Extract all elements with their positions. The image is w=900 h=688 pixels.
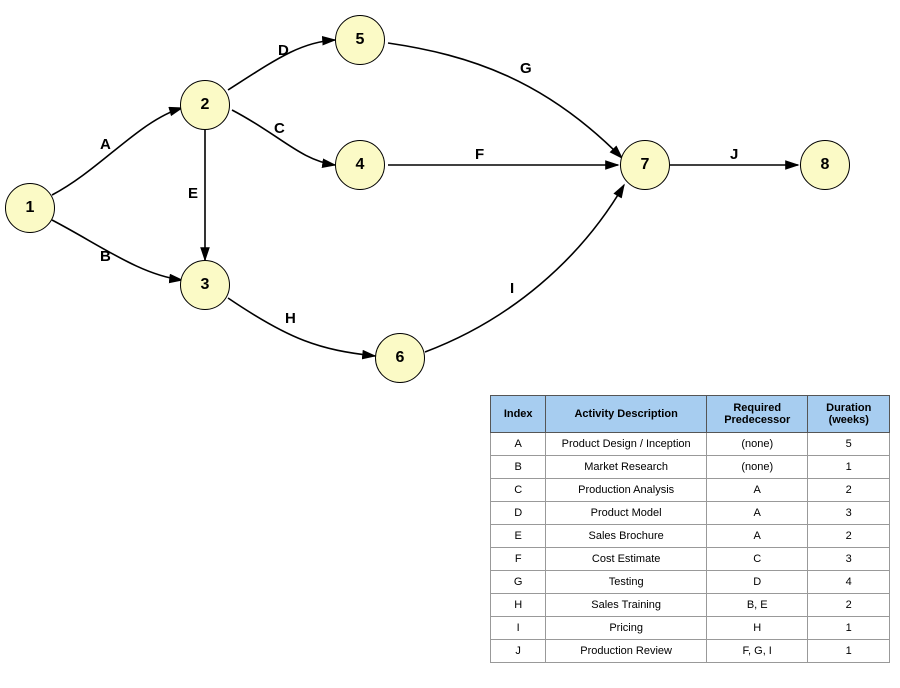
- node-label: 3: [201, 276, 210, 294]
- edge-B: [52, 220, 182, 280]
- cell-desc: Cost Estimate: [546, 548, 707, 571]
- node-label: 2: [201, 96, 210, 114]
- cell-desc: Production Analysis: [546, 479, 707, 502]
- cell-pred: (none): [706, 456, 808, 479]
- cell-dur: 1: [808, 640, 890, 663]
- node-3: 3: [180, 260, 230, 310]
- edge-G: [388, 43, 622, 158]
- cell-dur: 2: [808, 594, 890, 617]
- cell-pred: D: [706, 571, 808, 594]
- th-pred: Required Predecessor: [706, 396, 808, 433]
- cell-pred: F, G, I: [706, 640, 808, 663]
- cell-pred: C: [706, 548, 808, 571]
- cell-pred: A: [706, 525, 808, 548]
- table-body: A Product Design / Inception (none) 5 B …: [491, 433, 890, 663]
- cell-index: J: [491, 640, 546, 663]
- node-label: 5: [356, 31, 365, 49]
- table-header-row: Index Activity Description Required Pred…: [491, 396, 890, 433]
- node-6: 6: [375, 333, 425, 383]
- table-row: J Production Review F, G, I 1: [491, 640, 890, 663]
- cell-desc: Product Model: [546, 502, 707, 525]
- node-label: 8: [821, 156, 830, 174]
- table-row: E Sales Brochure A 2: [491, 525, 890, 548]
- cell-dur: 1: [808, 456, 890, 479]
- node-1: 1: [5, 183, 55, 233]
- edge-label-H: H: [285, 310, 296, 327]
- table-row: H Sales Training B, E 2: [491, 594, 890, 617]
- edge-label-I: I: [510, 280, 514, 297]
- node-5: 5: [335, 15, 385, 65]
- node-2: 2: [180, 80, 230, 130]
- edge-I: [425, 185, 624, 352]
- table-row: I Pricing H 1: [491, 617, 890, 640]
- cell-desc: Testing: [546, 571, 707, 594]
- cell-index: D: [491, 502, 546, 525]
- edge-C: [232, 110, 335, 165]
- cell-dur: 4: [808, 571, 890, 594]
- node-label: 1: [26, 199, 35, 217]
- cell-dur: 1: [808, 617, 890, 640]
- edge-label-E: E: [188, 185, 198, 202]
- edge-label-A: A: [100, 136, 111, 153]
- edge-A: [52, 108, 182, 195]
- activity-table: Index Activity Description Required Pred…: [490, 395, 890, 663]
- node-8: 8: [800, 140, 850, 190]
- diagram-canvas: 1 2 3 4 5 6 7 8 A B C D E F G H I J Inde…: [0, 0, 900, 688]
- cell-dur: 2: [808, 525, 890, 548]
- cell-index: B: [491, 456, 546, 479]
- th-desc: Activity Description: [546, 396, 707, 433]
- node-label: 4: [356, 156, 365, 174]
- cell-pred: (none): [706, 433, 808, 456]
- cell-desc: Production Review: [546, 640, 707, 663]
- edge-H: [228, 298, 375, 356]
- cell-dur: 5: [808, 433, 890, 456]
- cell-dur: 3: [808, 548, 890, 571]
- table-row: F Cost Estimate C 3: [491, 548, 890, 571]
- cell-desc: Market Research: [546, 456, 707, 479]
- node-7: 7: [620, 140, 670, 190]
- edge-label-B: B: [100, 248, 111, 265]
- cell-desc: Product Design / Inception: [546, 433, 707, 456]
- edge-label-C: C: [274, 120, 285, 137]
- cell-index: E: [491, 525, 546, 548]
- edge-label-J: J: [730, 146, 738, 163]
- table-row: A Product Design / Inception (none) 5: [491, 433, 890, 456]
- cell-desc: Sales Training: [546, 594, 707, 617]
- cell-desc: Pricing: [546, 617, 707, 640]
- cell-index: G: [491, 571, 546, 594]
- th-duration: Duration (weeks): [808, 396, 890, 433]
- th-index: Index: [491, 396, 546, 433]
- node-4: 4: [335, 140, 385, 190]
- table-row: G Testing D 4: [491, 571, 890, 594]
- cell-index: A: [491, 433, 546, 456]
- edge-label-D: D: [278, 42, 289, 59]
- node-label: 7: [641, 156, 650, 174]
- cell-pred: A: [706, 479, 808, 502]
- cell-pred: B, E: [706, 594, 808, 617]
- cell-dur: 3: [808, 502, 890, 525]
- cell-pred: A: [706, 502, 808, 525]
- cell-dur: 2: [808, 479, 890, 502]
- cell-pred: H: [706, 617, 808, 640]
- edge-label-F: F: [475, 146, 484, 163]
- cell-index: F: [491, 548, 546, 571]
- table-row: B Market Research (none) 1: [491, 456, 890, 479]
- table-row: D Product Model A 3: [491, 502, 890, 525]
- node-label: 6: [396, 349, 405, 367]
- cell-desc: Sales Brochure: [546, 525, 707, 548]
- edge-label-G: G: [520, 60, 532, 77]
- cell-index: I: [491, 617, 546, 640]
- cell-index: C: [491, 479, 546, 502]
- table-row: C Production Analysis A 2: [491, 479, 890, 502]
- cell-index: H: [491, 594, 546, 617]
